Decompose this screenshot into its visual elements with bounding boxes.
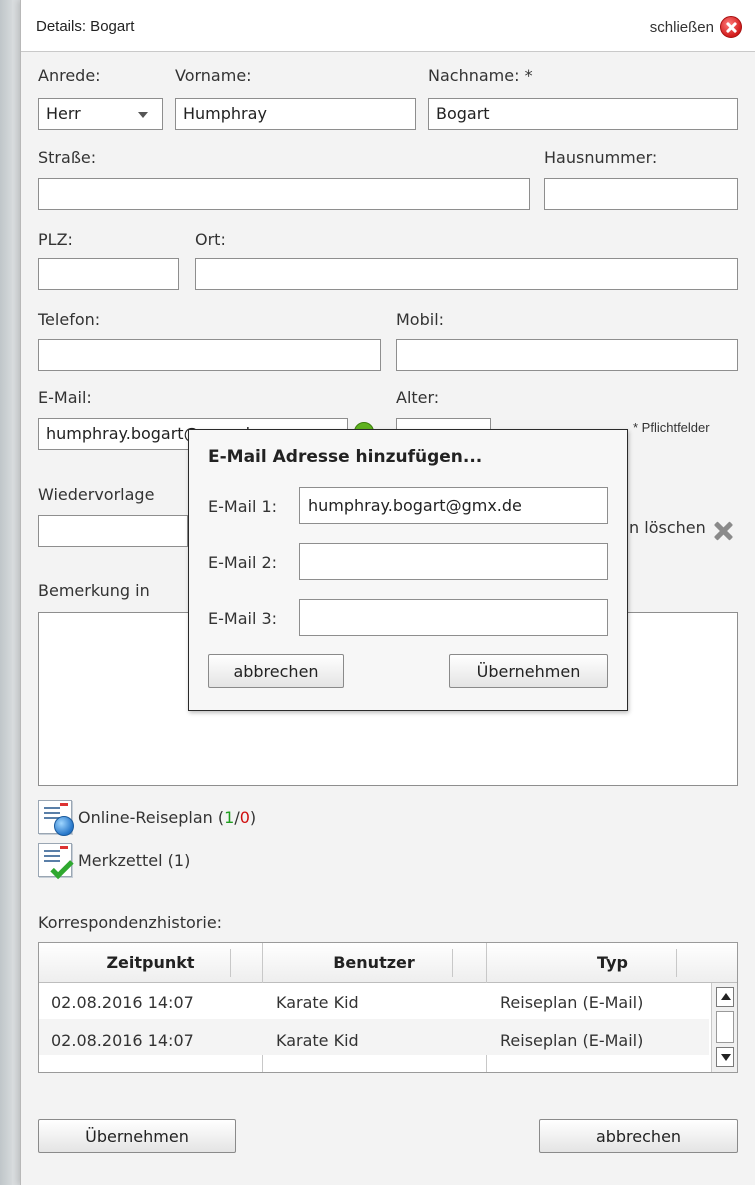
reiseplan-doc-globe-icon[interactable] xyxy=(38,800,74,836)
email-dialog: E-Mail Adresse hinzufügen... E-Mail 1: h… xyxy=(188,429,628,711)
reiseplan-count-green: 1 xyxy=(224,807,235,827)
anrede-label: Anrede: xyxy=(38,66,101,85)
anrede-select[interactable]: Herr xyxy=(38,98,163,130)
vorname-label: Vorname: xyxy=(175,66,252,85)
email1-input[interactable]: humphray.bogart@gmx.de xyxy=(299,487,608,524)
close-link[interactable]: schließen xyxy=(650,16,742,38)
cell-benutzer: Karate Kid xyxy=(276,1031,359,1050)
dialog-cancel-button[interactable]: abbrechen xyxy=(208,654,344,688)
scroll-thumb[interactable] xyxy=(716,1011,734,1043)
nachname-input[interactable]: Bogart xyxy=(428,98,738,130)
strasse-label: Straße: xyxy=(38,148,97,167)
pflichtfelder-note: * Pflichtfelder xyxy=(633,420,710,435)
wiedervorlage-label: Wiedervorlage xyxy=(38,485,155,504)
vorname-input[interactable]: Humphray xyxy=(175,98,416,130)
nachname-label: Nachname: * xyxy=(428,66,533,85)
telefon-label: Telefon: xyxy=(38,310,101,329)
korrespondenzhistorie-label: Korrespondenzhistorie: xyxy=(38,913,223,932)
reiseplan-count-red: 0 xyxy=(239,807,250,827)
cancel-button[interactable]: abbrechen xyxy=(539,1119,738,1153)
cell-typ: Reiseplan (E-Mail) xyxy=(500,993,644,1012)
merkzettel-label[interactable]: Merkzettel (1) xyxy=(78,851,190,870)
checklist-icon[interactable] xyxy=(38,843,74,880)
email2-label: E-Mail 2: xyxy=(208,553,278,572)
online-reiseplan-label[interactable]: Online-Reiseplan (1/0) xyxy=(78,808,256,827)
merkzettel-link[interactable]: Merkzettel (1) xyxy=(38,843,190,880)
alter-label: Alter: xyxy=(396,388,440,407)
email-label: E-Mail: xyxy=(38,388,92,407)
cell-typ: Reiseplan (E-Mail) xyxy=(500,1031,644,1050)
arrow-down-icon xyxy=(721,1054,731,1061)
scroll-up-button[interactable] xyxy=(716,987,734,1007)
close-label[interactable]: schließen xyxy=(650,19,714,36)
plz-input[interactable] xyxy=(38,258,179,290)
dialog-title: E-Mail Adresse hinzufügen... xyxy=(208,447,483,467)
save-button[interactable]: Übernehmen xyxy=(38,1119,236,1153)
arrow-up-icon xyxy=(721,993,731,1000)
email2-input[interactable] xyxy=(299,543,608,580)
anrede-value: Herr xyxy=(46,104,81,123)
ort-input[interactable] xyxy=(195,258,738,290)
chevron-down-icon xyxy=(138,112,148,118)
ort-label: Ort: xyxy=(195,230,226,249)
scroll-down-button[interactable] xyxy=(716,1047,734,1067)
history-table: Zeitpunkt Benutzer Typ 02.08.2016 14:07 … xyxy=(38,942,738,1073)
cell-zeitpunkt: 02.08.2016 14:07 xyxy=(51,993,194,1012)
panel-header: Details: Bogart schließen xyxy=(21,0,755,52)
hausnummer-label: Hausnummer: xyxy=(544,148,658,167)
email3-label: E-Mail 3: xyxy=(208,609,278,628)
background-edge xyxy=(0,0,12,1185)
dialog-save-button[interactable]: Übernehmen xyxy=(449,654,608,688)
column-header-zeitpunkt[interactable]: Zeitpunkt xyxy=(39,943,262,983)
wiedervorlage-input[interactable] xyxy=(38,515,188,547)
details-panel: Details: Bogart schließen Anrede: Vornam… xyxy=(20,0,755,1185)
cell-benutzer: Karate Kid xyxy=(276,993,359,1012)
bemerkung-label: Bemerkung in xyxy=(38,581,150,600)
email1-label: E-Mail 1: xyxy=(208,497,278,516)
mobil-input[interactable] xyxy=(396,339,738,371)
panel-title: Details: Bogart xyxy=(36,18,135,35)
delete-x-icon[interactable] xyxy=(712,520,734,542)
mobil-label: Mobil: xyxy=(396,310,445,329)
close-circle-icon[interactable] xyxy=(720,16,742,38)
hausnummer-input[interactable] xyxy=(544,178,738,210)
strasse-input[interactable] xyxy=(38,178,530,210)
column-header-typ[interactable]: Typ xyxy=(486,943,737,983)
table-scrollbar[interactable] xyxy=(711,983,737,1072)
telefon-input[interactable] xyxy=(38,339,381,371)
cell-zeitpunkt: 02.08.2016 14:07 xyxy=(51,1031,194,1050)
plz-label: PLZ: xyxy=(38,230,73,249)
email3-input[interactable] xyxy=(299,599,608,636)
online-reiseplan-link[interactable]: Online-Reiseplan (1/0) xyxy=(38,800,256,836)
